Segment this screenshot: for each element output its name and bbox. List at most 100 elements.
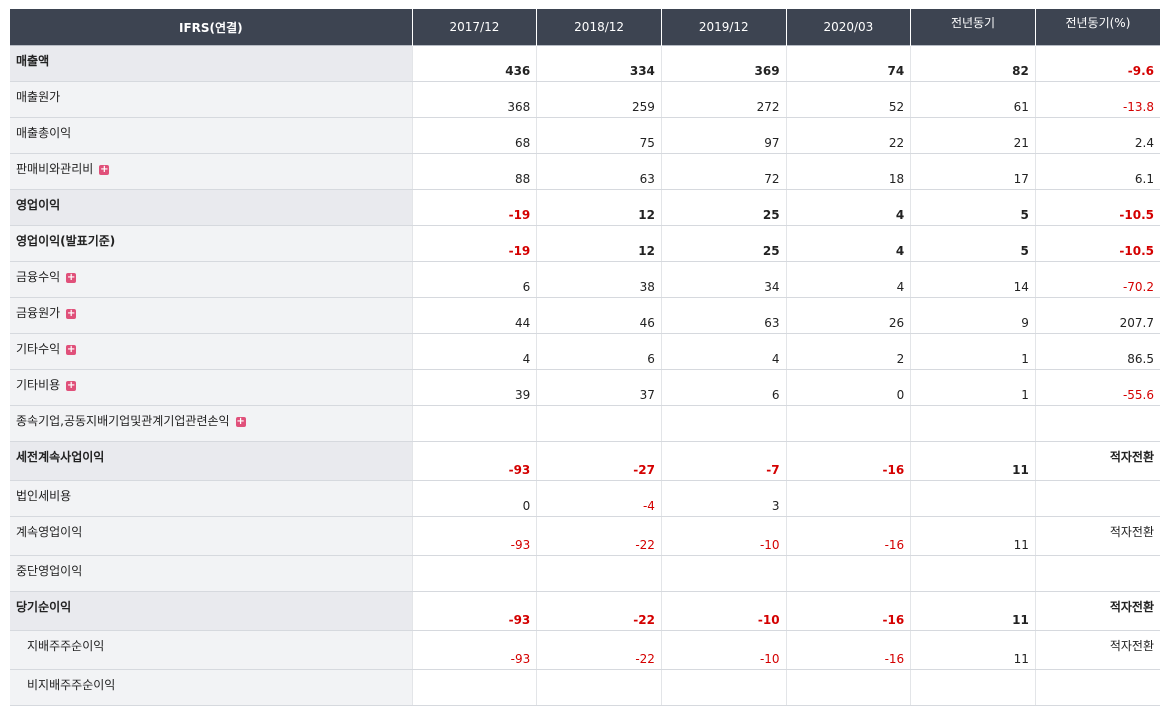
table-row: 세전계속사업이익 -93 -27 -7 -16 11 적자전환 [10,441,1160,481]
table-cell: 4 [785,189,911,226]
table-cell: 14 [910,261,1036,298]
header-row: IFRS(연결) 2017/12 2018/12 2019/12 2020/03… [10,9,1160,46]
table-cell: 25 [660,225,787,262]
table-cell: 4 [785,261,911,298]
table-cell: 75 [536,117,662,154]
table-cell: 63 [660,297,787,334]
row-label: 영업이익(발표기준) [10,225,413,262]
row-label-text: 비지배주주순이익 [27,678,116,692]
table-cell: 26 [785,297,911,334]
row-label: 기타비용 + [10,369,413,406]
table-cell: 44 [411,297,537,334]
table-row: 판매비와관리비 +88 63 72 18 17 6.1 [10,153,1160,190]
table-cell [910,555,1036,592]
table-cell: -16 [785,516,911,556]
table-cell [660,669,787,706]
table-cell: 18 [785,153,911,190]
table-cell: 2 [785,333,911,370]
row-label-text: 종속기업,공동지배기업및관계기업관련손익 [16,414,230,428]
table-row: 비지배주주순이익 [10,669,1160,706]
table-cell: -13.8 [1034,81,1160,118]
row-label-text: 법인세비용 [16,489,72,503]
expand-plus-icon[interactable]: + [66,308,77,319]
table-cell: -22 [536,630,662,670]
table-cell: 86.5 [1034,333,1160,370]
table-cell: -4 [536,480,662,517]
table-row: 기타수익 +4 6 4 2 1 86.5 [10,333,1160,370]
table-cell: 1 [910,333,1036,370]
table-cell: 12 [536,189,662,226]
table-cell: 6.1 [1034,153,1160,190]
row-label-text: 매출원가 [16,90,61,104]
header-prev-year: 전년동기 [910,9,1036,46]
expand-plus-icon[interactable]: + [66,344,77,355]
row-label-text: 매출총이익 [16,126,72,140]
table-cell [536,405,662,442]
table-cell: 88 [411,153,537,190]
table-row: 영업이익(발표기준) -19 12 25 4 5 -10.5 [10,225,1160,262]
row-label-text: 계속영업이익 [16,525,83,539]
header-2020-03: 2020/03 [785,9,911,46]
table-row: 매출액 436 334 369 74 82 -9.6 [10,45,1160,82]
table-cell: 334 [536,45,662,82]
expand-plus-icon[interactable]: + [99,164,110,175]
table-cell: 52 [785,81,911,118]
row-label: 금융수익 + [10,261,413,298]
table-cell: 3 [660,480,787,517]
row-label: 금융원가 + [10,297,413,334]
table-cell: 436 [411,45,537,82]
table-cell: 4 [411,333,537,370]
table-cell: 207.7 [1034,297,1160,334]
table-row: 영업이익 -19 12 25 4 5 -10.5 [10,189,1160,226]
table-cell: 68 [411,117,537,154]
table-cell: 272 [660,81,787,118]
expand-plus-icon[interactable]: + [235,416,246,427]
expand-plus-icon[interactable]: + [66,380,77,391]
table-cell [910,480,1036,517]
row-label-text: 영업이익 [16,198,61,212]
table-cell [660,405,787,442]
table-row: 매출원가 368 259 272 52 61 -13.8 [10,81,1160,118]
table-cell: 368 [411,81,537,118]
table-cell: -93 [411,630,537,670]
table-cell: 39 [411,369,537,406]
header-prev-year-pct: 전년동기(%) [1034,9,1160,46]
table-cell: 12 [536,225,662,262]
table-cell: 적자전환 [1034,441,1160,481]
row-label: 당기순이익 [10,591,413,631]
table-cell: -10.5 [1034,189,1160,226]
row-label: 비지배주주순이익 [10,669,413,706]
table-cell: -10.5 [1034,225,1160,262]
table-cell: 4 [660,333,787,370]
table-cell: -93 [411,591,537,631]
table-cell: 97 [660,117,787,154]
table-cell [910,405,1036,442]
row-label-text: 당기순이익 [16,600,72,614]
table-cell: 11 [910,591,1036,631]
header-2017-12: 2017/12 [411,9,537,46]
expand-plus-icon[interactable]: + [66,272,77,283]
table-cell [411,405,537,442]
row-label: 영업이익 [10,189,413,226]
table-cell: 2.4 [1034,117,1160,154]
row-label-text: 영업이익(발표기준) [16,234,116,248]
row-label-text: 중단영업이익 [16,564,83,578]
table-row: 기타비용 +39 37 6 0 1 -55.6 [10,369,1160,406]
row-label: 종속기업,공동지배기업및관계기업관련손익 + [10,405,413,442]
table-cell: -9.6 [1034,45,1160,82]
row-label: 세전계속사업이익 [10,441,413,481]
table-cell: -10 [660,591,787,631]
table-cell: -10 [660,630,787,670]
table-cell [1034,405,1160,442]
header-account: IFRS(연결) [10,9,413,46]
row-label-text: 금융원가 [16,306,61,320]
table-cell [1034,480,1160,517]
table-cell: -93 [411,441,537,481]
table-cell: -16 [785,630,911,670]
table-row: 금융원가 +44 46 63 26 9 207.7 [10,297,1160,334]
table-cell: 22 [785,117,911,154]
table-cell: 17 [910,153,1036,190]
table-cell: 259 [536,81,662,118]
row-label: 중단영업이익 [10,555,413,592]
row-label-text: 금융수익 [16,270,61,284]
